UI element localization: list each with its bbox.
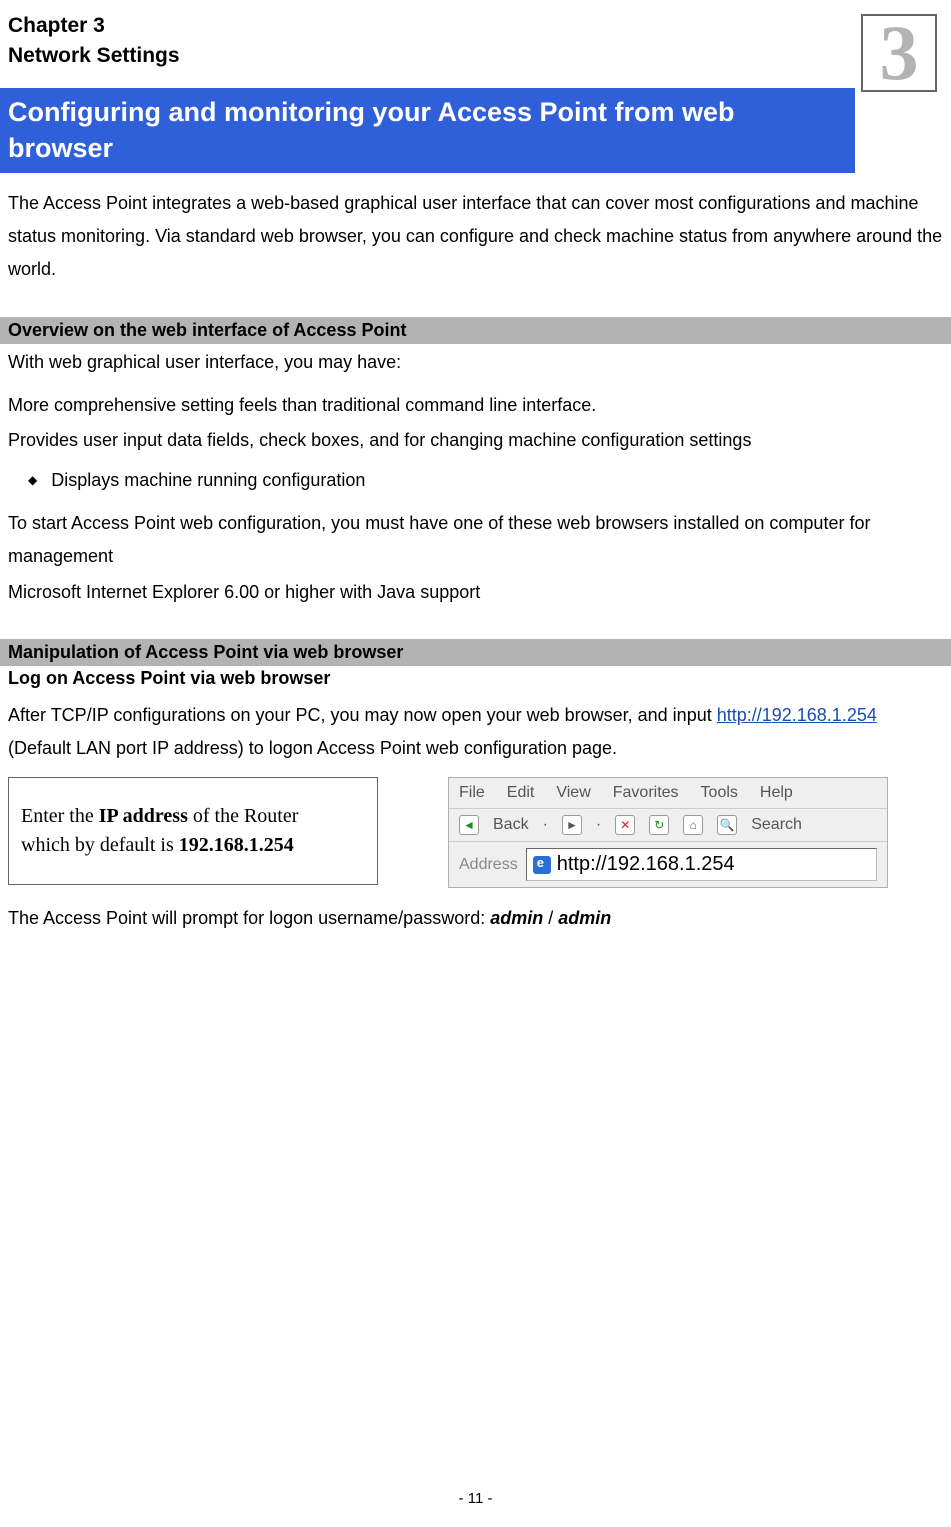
overview-bullet-row: ◆ Displays machine running configuration — [0, 458, 951, 497]
back-label[interactable]: Back — [493, 816, 529, 834]
ip-hint-l1a: Enter the — [21, 805, 99, 827]
logon-user: admin — [490, 908, 543, 928]
bullet-icon: ◆ — [28, 469, 37, 491]
chapter-number-title: Chapter 3 — [8, 14, 180, 38]
menu-help[interactable]: Help — [760, 784, 793, 802]
chapter-subtitle: Network Settings — [8, 44, 180, 68]
chapter-titles: Chapter 3 Network Settings — [8, 14, 180, 68]
ip-hint-box: Enter the IP address of the Router which… — [8, 777, 378, 885]
logon-para-before: After TCP/IP configurations on your PC, … — [8, 705, 717, 725]
menu-tools[interactable]: Tools — [701, 784, 738, 802]
overview-para1: More comprehensive setting feels than tr… — [0, 379, 951, 422]
logon-pass: admin — [558, 908, 611, 928]
browser-toolbar: ◄ Back · ► · ✕ ↻ ⌂ 🔍 Search — [449, 809, 887, 842]
ip-hint-l1b: IP address — [99, 805, 188, 827]
default-ip-link[interactable]: http://192.168.1.254 — [717, 705, 877, 725]
home-icon[interactable]: ⌂ — [683, 815, 703, 835]
overview-intro: With web graphical user interface, you m… — [0, 344, 951, 379]
overview-para3: To start Access Point web configuration,… — [0, 497, 951, 574]
logon-sep: / — [543, 908, 558, 928]
address-label: Address — [459, 856, 518, 874]
intro-paragraph: The Access Point integrates a web-based … — [0, 173, 951, 287]
ip-hint-l2a: which by default is — [21, 834, 179, 856]
logon-prefix: The Access Point will prompt for logon u… — [8, 908, 490, 928]
menu-favorites[interactable]: Favorites — [613, 784, 679, 802]
ie-icon — [533, 856, 551, 874]
menu-view[interactable]: View — [556, 784, 590, 802]
overview-para4: Microsoft Internet Explorer 6.00 or high… — [0, 574, 951, 609]
page-number: - 11 - — [0, 1490, 951, 1507]
manipulation-bar: Manipulation of Access Point via web bro… — [0, 639, 951, 666]
address-field[interactable]: http://192.168.1.254 — [526, 848, 877, 881]
search-icon[interactable]: 🔍 — [717, 815, 737, 835]
ip-hint-line1: Enter the IP address of the Router — [21, 802, 365, 831]
chapter-badge-number: 3 — [880, 14, 919, 92]
browser-menu-bar: File Edit View Favorites Tools Help — [449, 778, 887, 809]
overview-para2: Provides user input data fields, check b… — [0, 422, 951, 457]
menu-file[interactable]: File — [459, 784, 485, 802]
address-value: http://192.168.1.254 — [557, 853, 735, 876]
logon-paragraph: After TCP/IP configurations on your PC, … — [0, 689, 951, 766]
chapter-badge: 3 — [861, 14, 937, 92]
overview-bullet-text: Displays machine running configuration — [51, 464, 365, 497]
back-icon[interactable]: ◄ — [459, 815, 479, 835]
menu-edit[interactable]: Edit — [507, 784, 535, 802]
browser-screenshot: File Edit View Favorites Tools Help ◄ Ba… — [448, 777, 888, 888]
logon-credentials-line: The Access Point will prompt for logon u… — [0, 888, 951, 935]
toolbar-separator: · — [543, 816, 548, 834]
stop-icon[interactable]: ✕ — [615, 815, 635, 835]
forward-icon[interactable]: ► — [562, 815, 582, 835]
section-heading-blue: Configuring and monitoring your Access P… — [0, 88, 855, 173]
logon-para-after: (Default LAN port IP address) to logon A… — [8, 738, 617, 758]
refresh-icon[interactable]: ↻ — [649, 815, 669, 835]
browser-address-bar: Address http://192.168.1.254 — [449, 842, 887, 887]
toolbar-separator2: · — [596, 816, 601, 834]
ip-hint-l2b: 192.168.1.254 — [179, 834, 294, 856]
logon-subheading: Log on Access Point via web browser — [0, 666, 951, 689]
ip-hint-line2: which by default is 192.168.1.254 — [21, 831, 365, 860]
overview-bar: Overview on the web interface of Access … — [0, 317, 951, 344]
ip-hint-l1c: of the Router — [188, 805, 299, 827]
search-label[interactable]: Search — [751, 816, 802, 834]
